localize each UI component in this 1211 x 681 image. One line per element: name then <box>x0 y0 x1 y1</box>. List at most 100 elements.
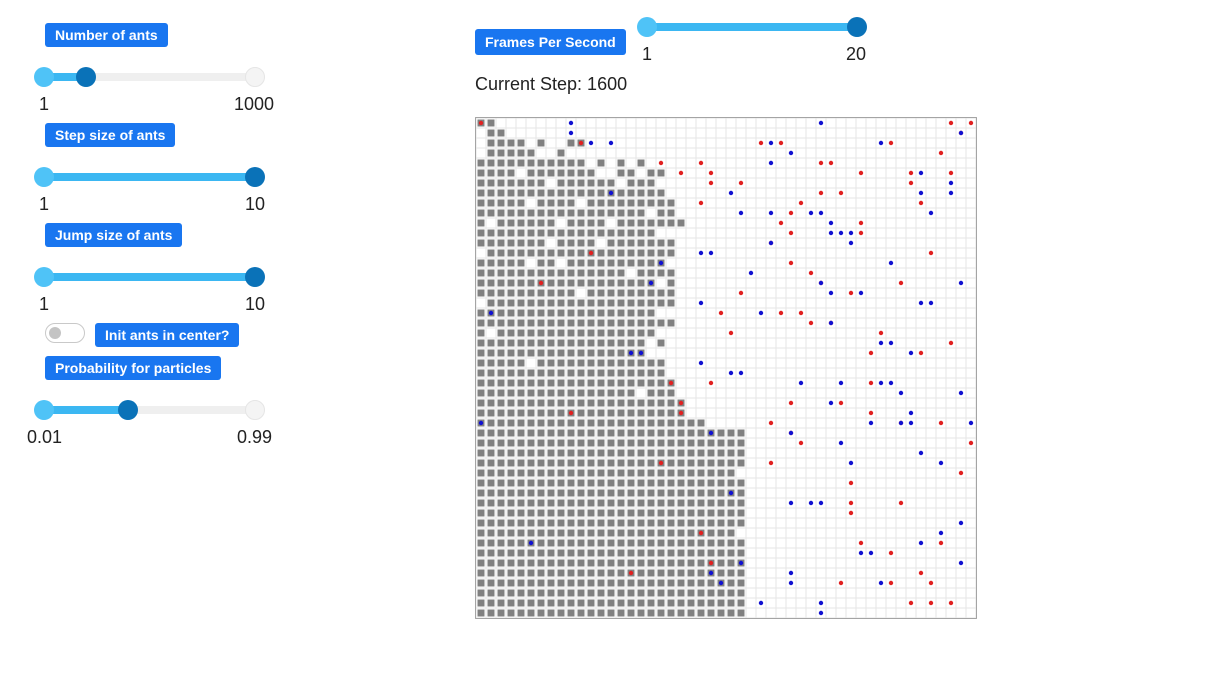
particle <box>597 509 605 517</box>
particle <box>487 419 495 427</box>
particle <box>567 199 575 207</box>
particle <box>537 219 545 227</box>
particle <box>717 429 725 437</box>
particle <box>537 249 545 257</box>
particle <box>477 259 485 267</box>
particle <box>637 309 645 317</box>
slider-min-thumb[interactable] <box>637 17 657 37</box>
particle <box>637 529 645 537</box>
particle <box>727 549 735 557</box>
particle <box>577 489 585 497</box>
particle <box>717 539 725 547</box>
particle <box>517 259 525 267</box>
particle <box>497 129 505 137</box>
particle <box>487 119 495 127</box>
particle <box>567 589 575 597</box>
particle <box>657 519 665 527</box>
particle <box>607 239 615 247</box>
particle <box>477 539 485 547</box>
particle <box>637 219 645 227</box>
particle <box>547 599 555 607</box>
particle <box>717 469 725 477</box>
probability-slider[interactable] <box>34 399 265 421</box>
ant-red <box>948 340 954 346</box>
particle <box>617 339 625 347</box>
slider-min-thumb[interactable] <box>34 67 54 87</box>
slider-min-thumb[interactable] <box>34 267 54 287</box>
particle <box>597 349 605 357</box>
ant-blue <box>798 380 804 386</box>
particle <box>677 439 685 447</box>
ant-blue <box>828 220 834 226</box>
particle <box>547 269 555 277</box>
particle <box>657 569 665 577</box>
particle <box>657 439 665 447</box>
particle <box>537 269 545 277</box>
particle <box>707 509 715 517</box>
particle <box>647 509 655 517</box>
particle <box>547 529 555 537</box>
particle <box>527 169 535 177</box>
particle <box>607 449 615 457</box>
particle <box>477 459 485 467</box>
particle <box>517 489 525 497</box>
particle <box>507 579 515 587</box>
fps-slider[interactable] <box>637 16 867 38</box>
particle <box>497 219 505 227</box>
slider-min-thumb[interactable] <box>34 400 54 420</box>
slider-min-thumb[interactable] <box>34 167 54 187</box>
particle <box>487 299 495 307</box>
particle <box>537 479 545 487</box>
slider-range <box>44 406 128 414</box>
slider-end-thumb[interactable] <box>245 67 265 87</box>
particle <box>647 369 655 377</box>
slider-max-thumb[interactable] <box>245 267 265 287</box>
ant-red <box>708 380 714 386</box>
slider-max-thumb[interactable] <box>245 167 265 187</box>
particle <box>677 449 685 457</box>
init-center-toggle[interactable] <box>45 323 85 343</box>
particle <box>487 189 495 197</box>
particle <box>727 469 735 477</box>
particle <box>737 539 745 547</box>
particle <box>517 409 525 417</box>
ant-red <box>858 220 864 226</box>
slider-end-thumb[interactable] <box>245 400 265 420</box>
particle <box>647 199 655 207</box>
slider-max-thumb[interactable] <box>847 17 867 37</box>
particle <box>487 259 495 267</box>
particle <box>497 269 505 277</box>
particle <box>667 529 675 537</box>
slider-max-thumb[interactable] <box>76 67 97 87</box>
ant-blue <box>788 570 794 576</box>
particle <box>527 579 535 587</box>
particle <box>517 289 525 297</box>
particle <box>627 369 635 377</box>
ant-blue <box>838 380 844 386</box>
step-size-slider[interactable] <box>34 166 265 188</box>
num-ants-slider[interactable] <box>34 66 265 88</box>
particle <box>647 319 655 327</box>
particle <box>497 559 505 567</box>
particle <box>687 449 695 457</box>
probability-max: 0.99 <box>237 427 273 447</box>
ant-blue <box>478 420 484 426</box>
particle <box>477 349 485 357</box>
particle <box>537 169 545 177</box>
particle <box>627 509 635 517</box>
jump-size-slider[interactable] <box>34 266 265 288</box>
particle <box>587 539 595 547</box>
ant-red <box>628 570 634 576</box>
ant-blue <box>848 230 854 236</box>
particle <box>597 599 605 607</box>
particle <box>657 429 665 437</box>
particle <box>557 589 565 597</box>
particle <box>507 289 515 297</box>
particle <box>537 419 545 427</box>
particle <box>497 309 505 317</box>
ant-blue <box>958 560 964 566</box>
particle <box>507 529 515 537</box>
particle <box>727 589 735 597</box>
particle <box>567 429 575 437</box>
slider-max-thumb[interactable] <box>117 400 138 420</box>
